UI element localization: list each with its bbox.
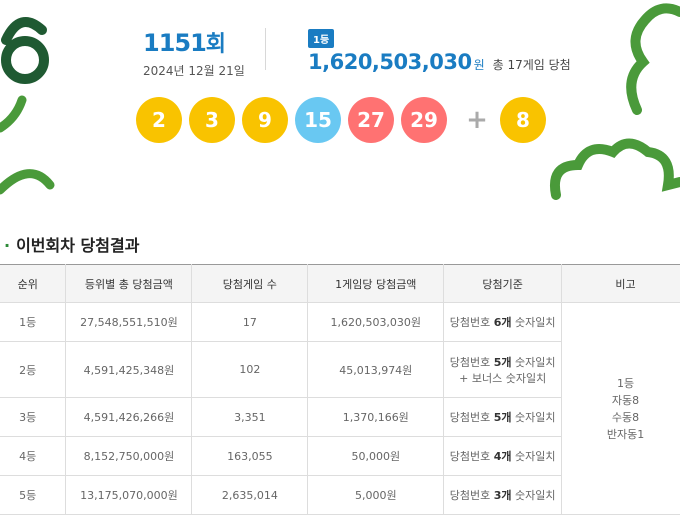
round-number: 1151회	[143, 29, 226, 57]
decoration-top-right	[626, 3, 680, 115]
first-prize-amount: 1,620,503,030	[308, 50, 472, 74]
header-per-game: 1게임당 당첨금액	[307, 264, 445, 303]
ball-6: 29	[401, 97, 447, 143]
decoration-right-bush	[550, 138, 680, 200]
cell-games: 163,055	[191, 436, 309, 476]
cell-criteria: 당첨번호 5개 숫자일치	[443, 397, 563, 437]
cell-rank: 3등	[0, 397, 67, 437]
bullet-icon: ·	[4, 236, 11, 255]
rank-badge: 1등	[308, 29, 335, 48]
cell-total: 4,591,425,348원	[65, 341, 193, 398]
winners-count: 총 17게임 당첨	[492, 58, 571, 72]
cell-per-game: 1,370,166원	[307, 397, 445, 437]
cell-criteria: 당첨번호 5개 숫자일치 + 보너스 숫자일치	[443, 341, 563, 398]
cell-per-game: 45,013,974원	[307, 341, 445, 398]
header-rank: 순위	[0, 264, 67, 303]
draw-date: 2024년 12월 21일	[143, 64, 245, 78]
prize-unit: 원	[473, 58, 485, 72]
cell-per-game: 1,620,503,030원	[307, 302, 445, 342]
cell-criteria: 당첨번호 6개 숫자일치	[443, 302, 563, 342]
cell-criteria: 당첨번호 4개 숫자일치	[443, 436, 563, 476]
cell-games: 3,351	[191, 397, 309, 437]
cell-per-game: 5,000원	[307, 475, 445, 515]
header-note: 비고	[561, 264, 680, 303]
divider	[265, 28, 266, 70]
draw-info: 1151회 2024년 12월 21일	[143, 26, 245, 79]
cell-note: 1등 자동8 수동8 반자동1	[561, 302, 680, 515]
ball-2: 3	[189, 97, 235, 143]
header-criteria: 당첨기준	[443, 264, 563, 303]
table-row: 1등 27,548,551,510원 17 1,620,503,030원 당첨번…	[0, 302, 680, 515]
ball-5: 27	[348, 97, 394, 143]
table-header-row: 순위 등위별 총 당첨금액 당첨게임 수 1게임당 당첨금액 당첨기준 비고	[0, 264, 680, 303]
cell-games: 17	[191, 302, 309, 342]
cell-rank: 4등	[0, 436, 67, 476]
plus-icon: +	[466, 105, 488, 135]
header-total: 등위별 총 당첨금액	[65, 264, 193, 303]
cell-total: 27,548,551,510원	[65, 302, 193, 342]
cell-per-game: 50,000원	[307, 436, 445, 476]
cell-games: 2,635,014	[191, 475, 309, 515]
cell-games: 102	[191, 341, 309, 398]
cell-criteria: 당첨번호 3개 숫자일치	[443, 475, 563, 515]
first-prize-info: 1등 1,620,503,030 원 총 17게임 당첨	[308, 28, 571, 74]
ball-1: 2	[136, 97, 182, 143]
results-table: 순위 등위별 총 당첨금액 당첨게임 수 1게임당 당첨금액 당첨기준 비고 1…	[0, 264, 680, 515]
cell-total: 13,175,070,000원	[65, 475, 193, 515]
cell-rank: 2등	[0, 341, 67, 398]
cell-total: 4,591,426,266원	[65, 397, 193, 437]
cell-rank: 1등	[0, 302, 67, 342]
cell-total: 8,152,750,000원	[65, 436, 193, 476]
decoration-top-left	[0, 17, 55, 195]
section-title: · 이번회차 당첨결과	[4, 236, 140, 255]
header-games: 당첨게임 수	[191, 264, 309, 303]
ball-4: 15	[295, 97, 341, 143]
winning-numbers: 2 3 9 15 27 29 + 8	[136, 97, 553, 143]
lotto-result-page: { "draw": { "round_number": "1151", "rou…	[0, 0, 680, 516]
bonus-ball: 8	[500, 97, 546, 143]
ball-3: 9	[242, 97, 288, 143]
cell-rank: 5등	[0, 475, 67, 515]
